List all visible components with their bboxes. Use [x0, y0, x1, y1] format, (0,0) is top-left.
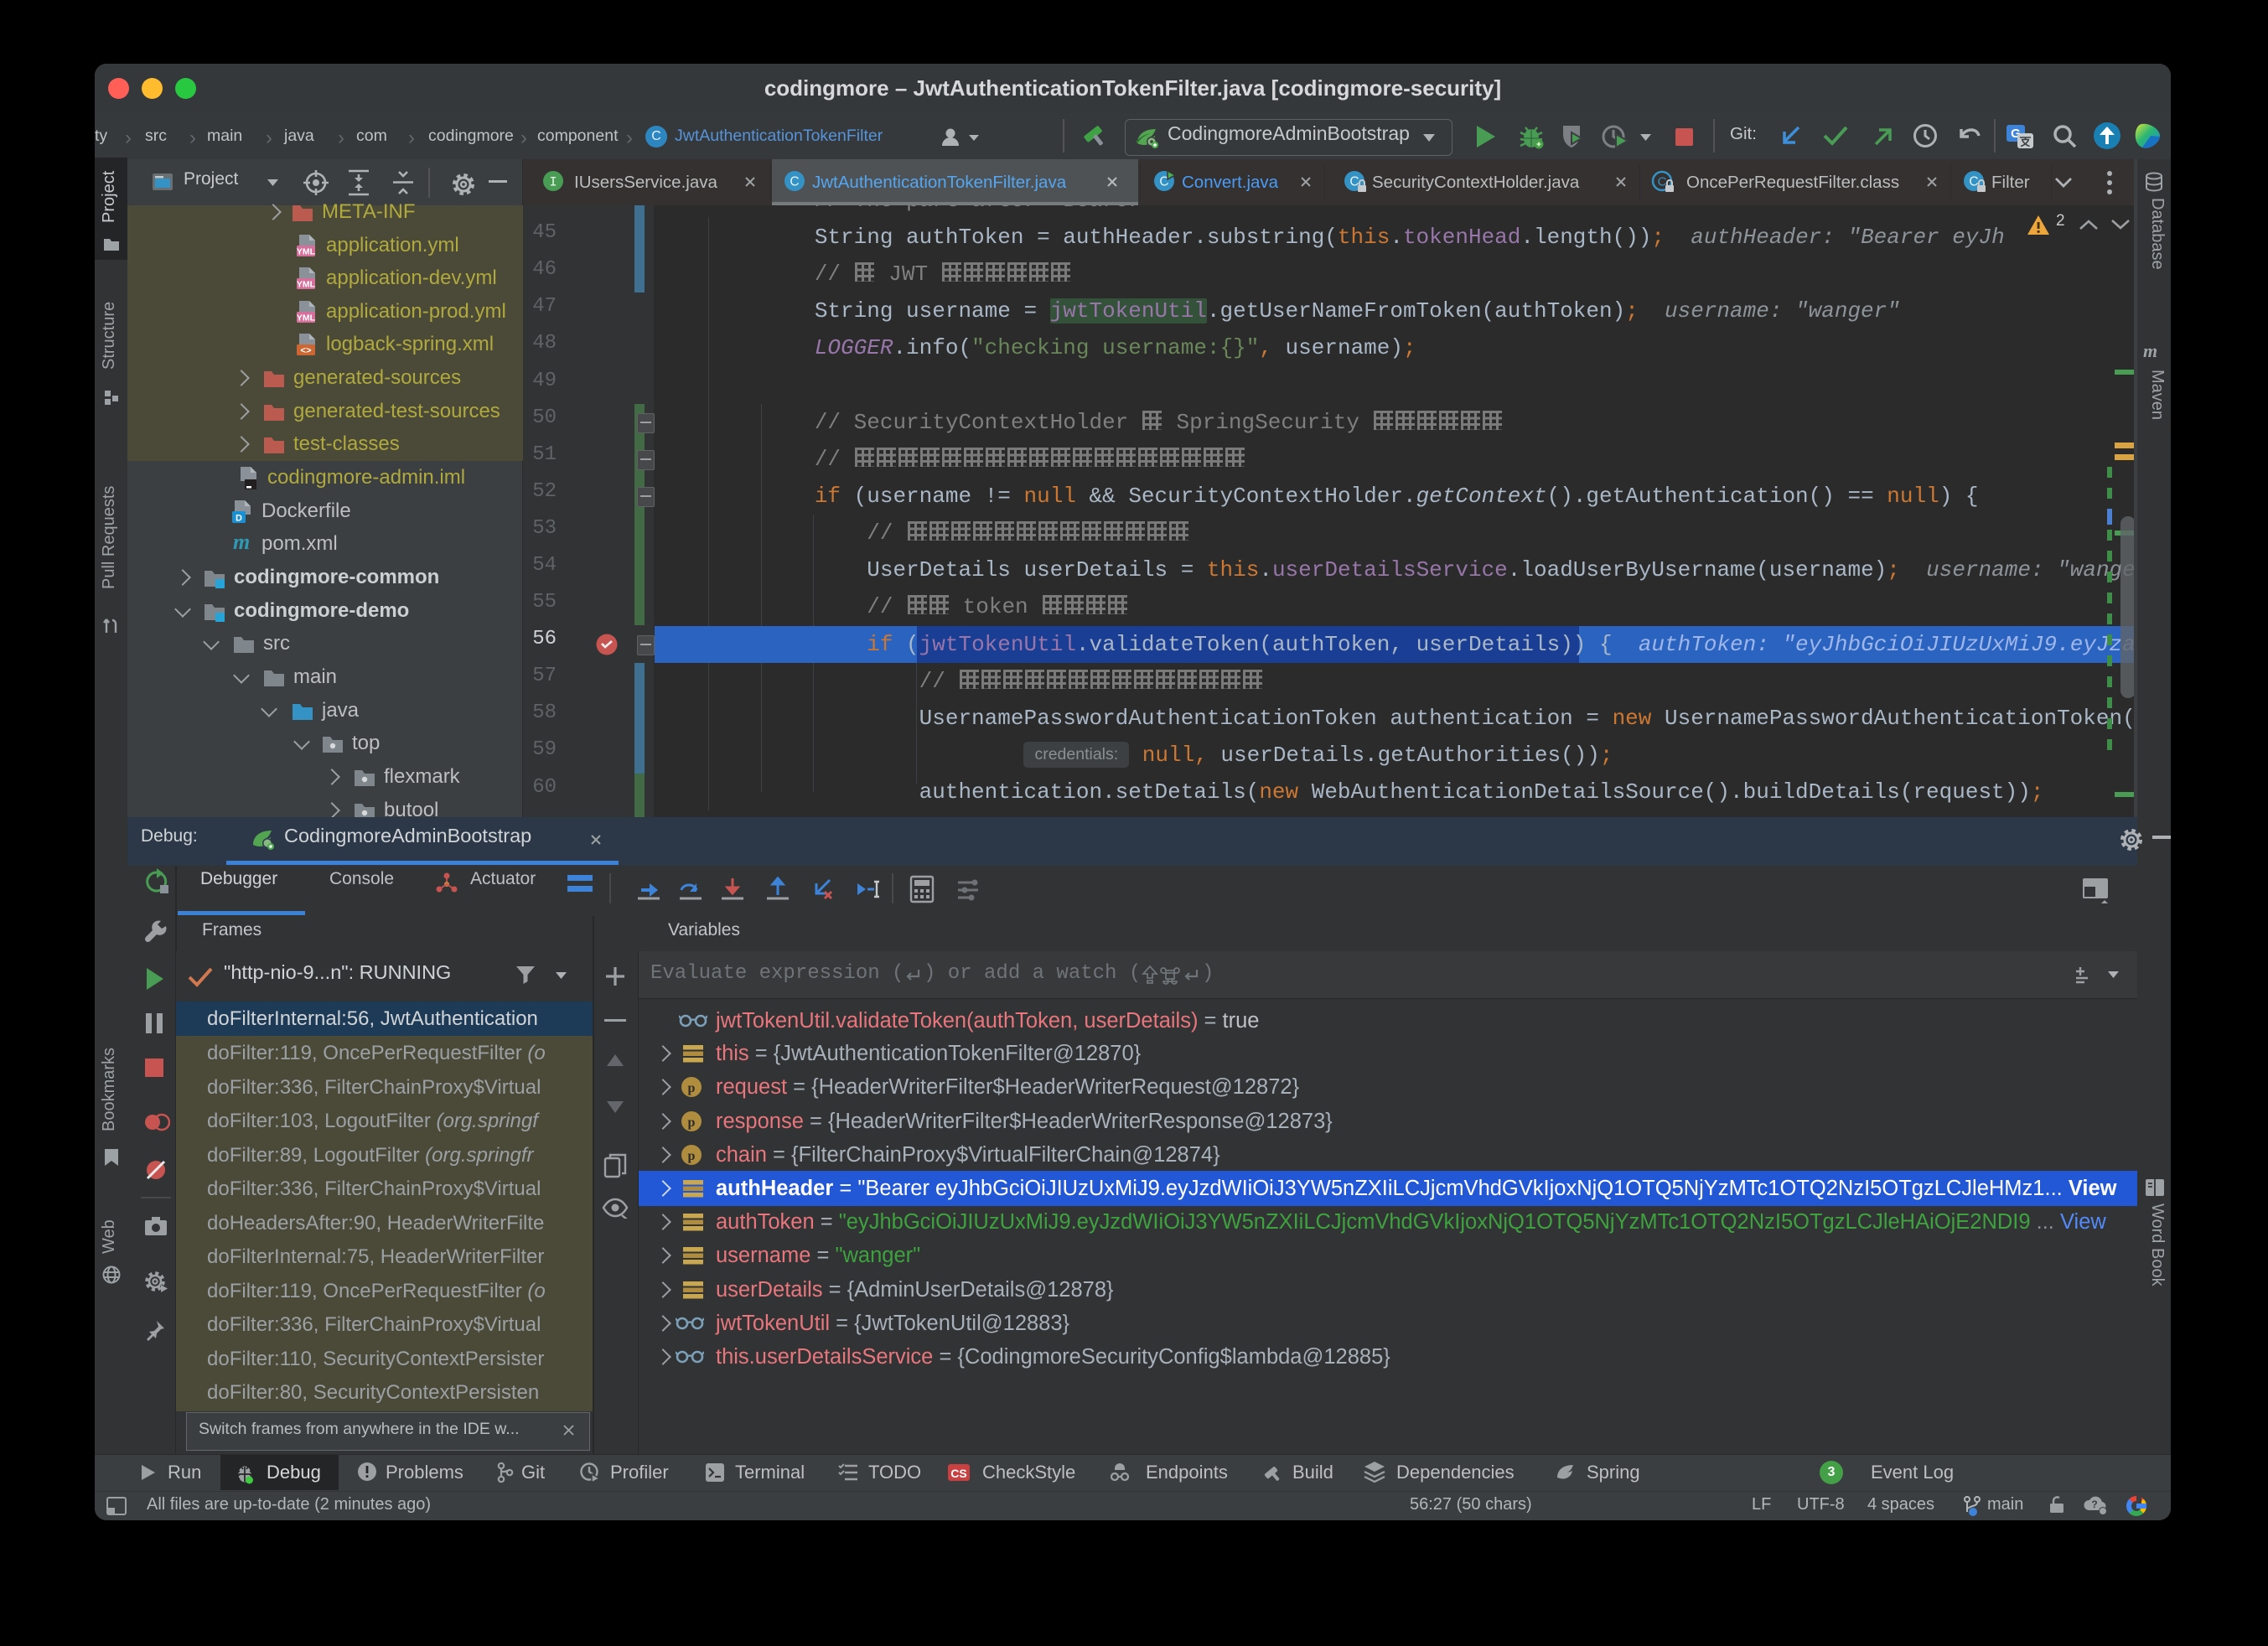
svg-text:p: p — [688, 1081, 696, 1095]
svg-text:YML: YML — [297, 313, 316, 324]
svg-text:YML: YML — [297, 247, 316, 257]
svg-text:C: C — [1969, 175, 1978, 189]
svg-text:D: D — [236, 514, 242, 524]
svg-text:p: p — [688, 1115, 696, 1130]
svg-text:C: C — [1658, 175, 1667, 189]
svg-text:I: I — [549, 175, 557, 190]
svg-text:p: p — [688, 1149, 696, 1163]
svg-text:C: C — [790, 175, 799, 189]
svg-text:C: C — [1349, 175, 1359, 189]
svg-text:<>: <> — [300, 347, 312, 357]
svg-text:YML: YML — [297, 280, 316, 290]
svg-text:CS: CS — [950, 1467, 966, 1480]
svg-text:?: ? — [2091, 1498, 2097, 1510]
